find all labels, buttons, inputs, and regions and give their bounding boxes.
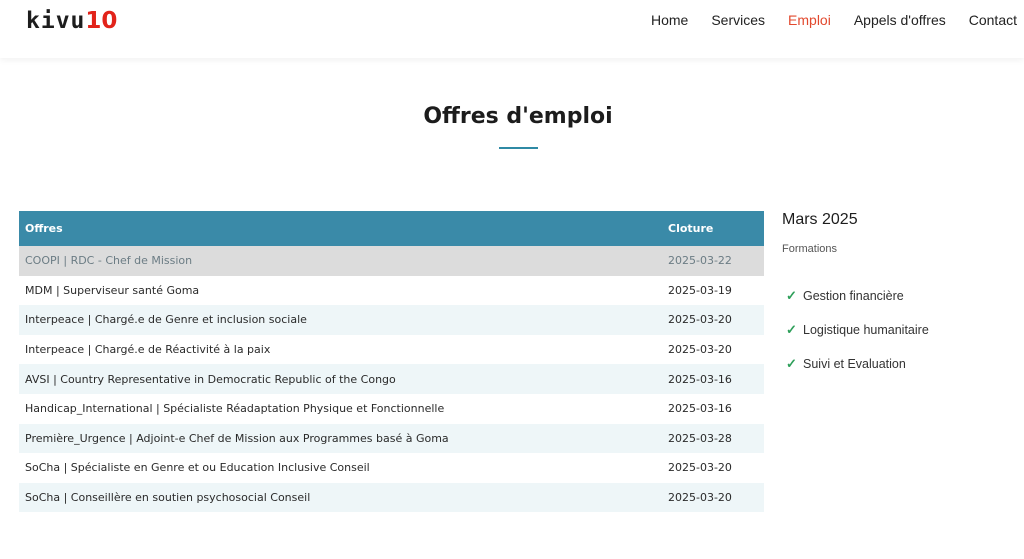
offer-link[interactable]: Première_Urgence | Adjoint-e Chef de Mis… (19, 423, 662, 454)
table-row[interactable]: Interpeace | Chargé.e de Réactivité à la… (19, 334, 764, 365)
check-icon: ✓ (786, 356, 797, 371)
nav-contact[interactable]: Contact (969, 12, 1017, 28)
title-underline (499, 147, 538, 149)
closing-date: 2025-03-28 (662, 423, 764, 454)
column-header-offres: Offres (19, 211, 662, 246)
sidebar-month-title: Mars 2025 (782, 211, 858, 228)
nav-home[interactable]: Home (651, 12, 688, 28)
table-row[interactable]: Handicap_International | Spécialiste Réa… (19, 393, 764, 424)
closing-date: 2025-03-16 (662, 364, 764, 394)
table-header-row: Offres Cloture (19, 211, 764, 246)
offer-link[interactable]: MDM | Superviseur santé Goma (19, 275, 662, 306)
site-header: kivu 10 Home Services Emploi Appels d'off… (0, 0, 1024, 58)
training-link[interactable]: Logistique humanitaire (803, 323, 929, 337)
table-row[interactable]: SoCha | Conseillère en soutien psychosoc… (19, 482, 764, 513)
training-list: ✓ Gestion financière ✓ Logistique humani… (782, 279, 1012, 381)
closing-date: 2025-03-16 (662, 393, 764, 424)
offer-link[interactable]: SoCha | Conseillère en soutien psychosoc… (19, 482, 662, 513)
column-header-cloture: Cloture (662, 211, 764, 246)
table-row[interactable]: AVSI | Country Representative in Democra… (19, 364, 764, 394)
closing-date: 2025-03-19 (662, 275, 764, 306)
closing-date: 2025-03-20 (662, 453, 764, 483)
offer-link[interactable]: COOPI | RDC - Chef de Mission (19, 246, 662, 276)
job-offers-table: Offres Cloture COOPI | RDC - Chef de Mis… (19, 211, 764, 513)
logo-text-dark: kivu (26, 8, 86, 34)
closing-date: 2025-03-20 (662, 334, 764, 365)
closing-date: 2025-03-20 (662, 305, 764, 335)
training-link[interactable]: Suivi et Evaluation (803, 357, 906, 371)
offer-link[interactable]: Interpeace | Chargé.e de Genre et inclus… (19, 305, 662, 335)
logo-text-red: 10 (85, 8, 118, 34)
nav-appels-doffres[interactable]: Appels d'offres (854, 12, 946, 28)
list-item[interactable]: ✓ Gestion financière (782, 279, 1012, 313)
table-row[interactable]: Première_Urgence | Adjoint-e Chef de Mis… (19, 423, 764, 454)
table-row[interactable]: Interpeace | Chargé.e de Genre et inclus… (19, 305, 764, 335)
closing-date: 2025-03-22 (662, 246, 764, 276)
sidebar: Mars 2025 Formations ✓ Gestion financièr… (782, 210, 1012, 381)
list-item[interactable]: ✓ Suivi et Evaluation (782, 347, 1012, 381)
training-link[interactable]: Gestion financière (803, 289, 904, 303)
main-nav: Home Services Emploi Appels d'offres Con… (628, 12, 1017, 28)
kivu10-logo[interactable]: kivu 10 (26, 8, 117, 34)
check-icon: ✓ (786, 288, 797, 303)
nav-services[interactable]: Services (711, 12, 765, 28)
table-row[interactable]: COOPI | RDC - Chef de Mission 2025-03-22 (19, 246, 764, 276)
offer-link[interactable]: AVSI | Country Representative in Democra… (19, 364, 662, 394)
nav-emploi[interactable]: Emploi (788, 12, 831, 28)
offer-link[interactable]: Interpeace | Chargé.e de Réactivité à la… (19, 334, 662, 365)
list-item[interactable]: ✓ Logistique humanitaire (782, 313, 1012, 347)
offer-link[interactable]: Handicap_International | Spécialiste Réa… (19, 393, 662, 424)
check-icon: ✓ (786, 322, 797, 337)
offer-link[interactable]: SoCha | Spécialiste en Genre et ou Educa… (19, 453, 662, 483)
sidebar-category-label: Formations (782, 243, 838, 255)
closing-date: 2025-03-20 (662, 482, 764, 513)
table-row[interactable]: MDM | Superviseur santé Goma 2025-03-19 (19, 275, 764, 306)
page-title: Offres d'emploi (423, 104, 613, 129)
table-row[interactable]: SoCha | Spécialiste en Genre et ou Educa… (19, 453, 764, 483)
